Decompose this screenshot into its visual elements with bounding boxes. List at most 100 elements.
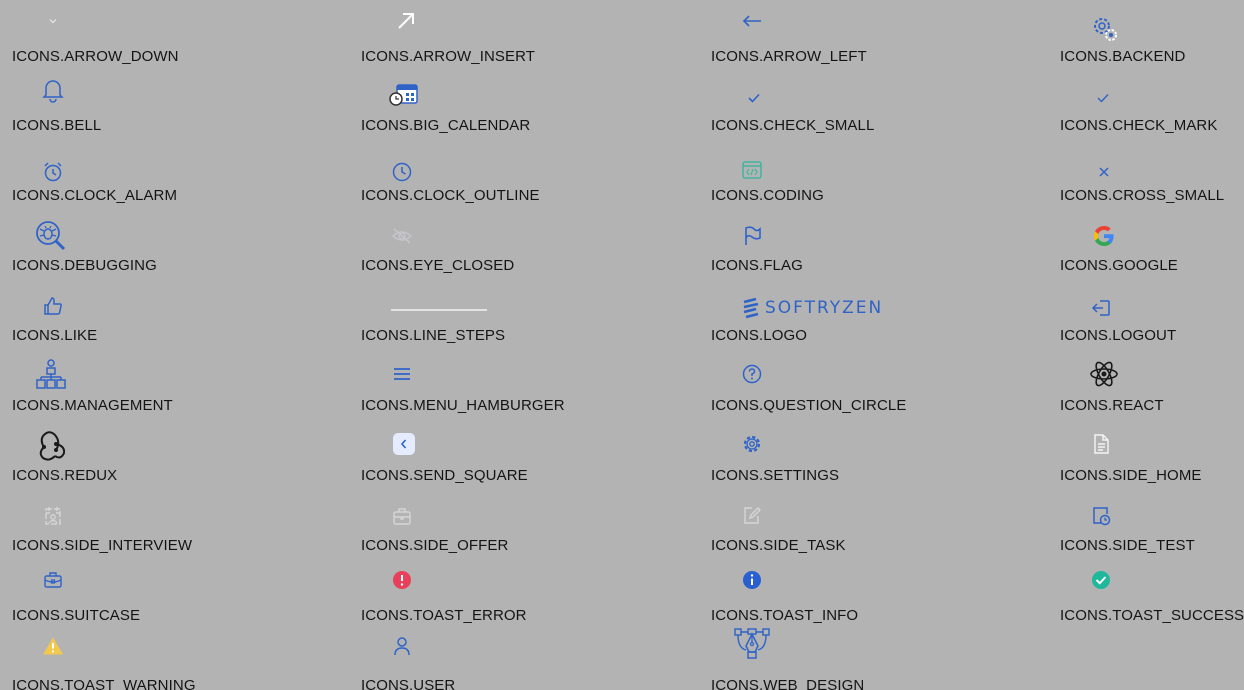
redux-icon [38,431,66,461]
icon-label: ICONS.REACT [1060,397,1164,414]
icon-cell-question-circle: ICONS.QUESTION_CIRCLE [711,357,1051,427]
user-icon [389,633,415,659]
line-steps-icon [391,297,487,323]
chevron-down-icon [40,8,66,34]
send-square-icon [391,431,417,457]
icon-label: ICONS.ARROW_DOWN [12,48,179,65]
icon-cell-side-task: ICONS.SIDE_TASK [711,497,1051,567]
icon-cell-toast-info: ICONS.TOAST_INFO [711,567,1051,637]
calendar-person-icon [40,503,66,529]
icon-cell-send-square: ICONS.SEND_SQUARE [361,427,701,497]
icon-label: ICONS.TOAST_SUCCESS [1060,607,1244,624]
icon-label: ICONS.SIDE_TASK [711,537,846,554]
icon-cell-cross-small: ICONS.CROSS_SMALL [1060,147,1244,217]
icon-label: ICONS.MENU_HAMBURGER [361,397,565,414]
edit-square-icon [739,503,765,529]
icon-cell-redux: ICONS.REDUX [12,427,352,497]
pen-tool-icon [734,628,770,659]
icon-label: ICONS.TOAST_ERROR [361,607,527,624]
icon-label: ICONS.SUITCASE [12,607,141,624]
error-circle-icon [389,567,415,593]
icon-label: ICONS.SIDE_OFFER [361,537,509,554]
icon-label: ICONS.ARROW_LEFT [711,48,867,65]
icon-label: ICONS.CLOCK_OUTLINE [361,187,540,204]
icon-cell-clock-alarm: ICONS.CLOCK_ALARM [12,147,352,217]
icon-label: ICONS.LIKE [12,327,98,344]
document-icon [1088,431,1114,457]
icon-label: ICONS.REDUX [12,467,118,484]
icon-cell-toast-error: ICONS.TOAST_ERROR [361,567,701,637]
react-icon [1090,361,1118,387]
icon-cell-side-offer: ICONS.SIDE_OFFER [361,497,701,567]
icon-cell-react: ICONS.REACT [1060,357,1244,427]
flag-icon [739,223,765,249]
eye-closed-icon [389,223,415,249]
icon-cell-side-home: ICONS.SIDE_HOME [1060,427,1244,497]
clock-icon [389,159,415,185]
icon-label: ICONS.CHECK_SMALL [711,117,875,134]
icon-label: ICONS.BELL [12,117,102,134]
icon-cell-flag: ICONS.FLAG [711,217,1051,287]
icon-cell-check-mark: ICONS.CHECK_MARK [1060,77,1244,147]
warning-triangle-icon [40,633,66,659]
icon-cell-arrow-left: ICONS.ARROW_LEFT [711,8,1051,78]
icon-label: ICONS.WEB_DESIGN [711,677,865,690]
icon-label: ICONS.LOGOUT [1060,327,1177,344]
icon-label: ICONS.SETTINGS [711,467,840,484]
softryzen-logo: SOFTRYZEN [741,295,881,321]
icon-cell-google: ICONS.GOOGLE [1060,217,1244,287]
check-mark-icon [1090,85,1116,111]
icon-label: ICONS.LOGO [711,327,808,344]
suitcase-icon [40,567,66,593]
gear-icon [739,431,765,457]
icon-label: ICONS.TOAST_WARNING [12,677,196,690]
test-clock-icon [1088,503,1114,529]
briefcase-icon [389,503,415,529]
hamburger-menu-icon [389,361,415,387]
icon-label: ICONS.ARROW_INSERT [361,48,536,65]
icon-cell-menu-hamburger: ICONS.MENU_HAMBURGER [361,357,701,427]
icon-cell-side-test: ICONS.SIDE_TEST [1060,497,1244,567]
icon-label: ICONS.GOOGLE [1060,257,1178,274]
icon-label: ICONS.FLAG [711,257,803,274]
icon-cell-side-interview: ICONS.SIDE_INTERVIEW [12,497,352,567]
icon-label: ICONS.BIG_CALENDAR [361,117,531,134]
alarm-clock-icon [40,159,66,185]
icon-label: ICONS.SEND_SQUARE [361,467,528,484]
icon-label: ICONS.CLOCK_ALARM [12,187,178,204]
arrow-insert-icon [393,8,419,34]
icon-cell-line-steps: ICONS.LINE_STEPS [361,287,701,357]
success-circle-icon [1088,567,1114,593]
icon-label: ICONS.SIDE_HOME [1060,467,1202,484]
icon-cell-logout: ICONS.LOGOUT [1060,287,1244,357]
icon-label: ICONS.SIDE_INTERVIEW [12,537,193,554]
icon-cell-arrow-insert: ICONS.ARROW_INSERT [361,8,701,78]
icon-cell-logo: SOFTRYZEN ICONS.LOGO [711,287,1051,357]
icon-cell-toast-success: ICONS.TOAST_SUCCESS [1060,567,1244,637]
icon-label: ICONS.CROSS_SMALL [1060,187,1225,204]
icon-label: ICONS.SIDE_TEST [1060,537,1195,554]
icon-cell-debugging: ICONS.DEBUGGING [12,217,352,287]
org-chart-icon [36,359,66,389]
logout-icon [1088,295,1114,321]
icon-cell-management: ICONS.MANAGEMENT [12,357,352,427]
icon-cell-coding: ICONS.CODING [711,147,1051,217]
bug-search-icon [36,221,66,251]
icon-label: ICONS.USER [361,677,456,690]
icon-cell-backend: ICONS.BACKEND [1060,8,1244,78]
icon-label: ICONS.BACKEND [1060,48,1186,65]
icon-label: ICONS.QUESTION_CIRCLE [711,397,907,414]
icon-cell-like: ICONS.LIKE [12,287,352,357]
icon-gallery: ICONS.ARROW_DOWN ICONS.ARROW_INSERT ICON… [0,0,1244,690]
icon-label: ICONS.TOAST_INFO [711,607,859,624]
icon-cell-bell: ICONS.BELL [12,77,352,147]
code-window-icon [739,157,765,183]
icon-cell-settings: ICONS.SETTINGS [711,427,1051,497]
arrow-left-icon [739,8,765,34]
cross-small-icon [1091,159,1117,185]
icon-label: ICONS.DEBUGGING [12,257,157,274]
google-icon [1091,223,1117,249]
icon-label: ICONS.EYE_CLOSED [361,257,515,274]
icon-label: ICONS.LINE_STEPS [361,327,506,344]
icon-cell-user: ICONS.USER [361,637,701,690]
